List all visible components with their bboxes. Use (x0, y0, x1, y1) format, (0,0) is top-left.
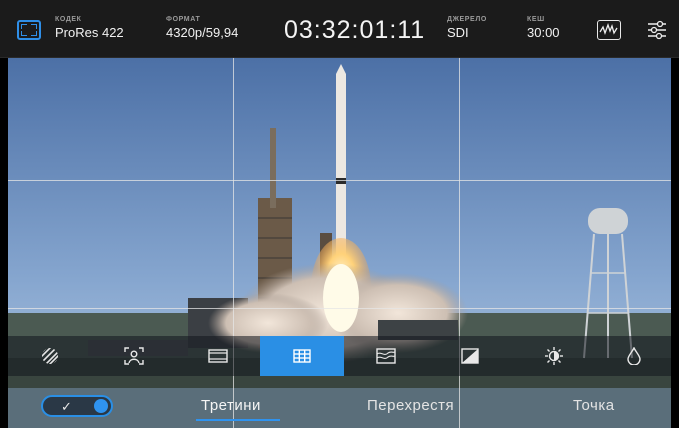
status-bar: КОДЕК ProRes 422 ФОРМАТ 4320p/59,94 03:3… (0, 0, 679, 58)
exposure-icon (545, 347, 563, 365)
source-value: SDI (447, 25, 469, 40)
thirds-grid-line-horizontal (8, 180, 671, 181)
droplet-icon (626, 347, 641, 365)
waveform-scope-icon[interactable] (597, 20, 621, 40)
grid-icon (293, 349, 311, 363)
timecode-display[interactable]: 03:32:01:11 (284, 15, 425, 45)
cache-status[interactable]: КЕШ 30:00 (527, 15, 560, 41)
format-label: ФОРМАТ (166, 16, 201, 23)
format-value: 4320p/59,94 (166, 25, 239, 40)
zebra-tool-button[interactable] (8, 336, 92, 376)
codec-status[interactable]: КОДЕК ProRes 422 (55, 15, 124, 41)
lut-icon (461, 348, 479, 364)
camera-monitor-screen: КОДЕК ProRes 422 ФОРМАТ 4320p/59,94 03:3… (0, 0, 679, 428)
frame-guides-tool-button[interactable] (176, 336, 260, 376)
grid-options-bar: ✓ Третини Перехрестя Точка (8, 388, 671, 428)
tab-crosshairs[interactable]: Перехрестя (367, 396, 454, 416)
grid-enable-toggle[interactable]: ✓ (41, 395, 113, 417)
tab-dot[interactable]: Точка (573, 396, 615, 416)
codec-value: ProRes 422 (55, 25, 124, 40)
tab-thirds[interactable]: Третини (201, 396, 261, 416)
cache-value: 30:00 (527, 25, 560, 40)
source-label: ДЖЕРЕЛО (447, 16, 487, 23)
thirds-grid-line-horizontal (8, 308, 671, 309)
cache-label: КЕШ (527, 16, 545, 23)
codec-label: КОДЕК (55, 16, 82, 23)
false-color-tool-button[interactable] (344, 336, 428, 376)
exposure-tool-button[interactable] (512, 336, 596, 376)
source-status[interactable]: ДЖЕРЕЛО SDI (447, 15, 487, 41)
checkmark-icon: ✓ (61, 399, 72, 414)
frame-guides-icon[interactable] (17, 20, 41, 40)
frame-guides-icon (208, 349, 228, 363)
color-tool-button[interactable] (596, 336, 671, 376)
zebra-icon (42, 348, 58, 364)
toggle-knob (94, 399, 108, 413)
focus-assist-tool-button[interactable] (92, 336, 176, 376)
grid-tool-button[interactable] (260, 336, 344, 376)
monitoring-tools-bar (8, 336, 671, 376)
active-tab-indicator (196, 419, 280, 421)
lut-tool-button[interactable] (428, 336, 512, 376)
focus-assist-icon (124, 347, 144, 365)
settings-sliders-icon[interactable] (648, 20, 666, 40)
format-status[interactable]: ФОРМАТ 4320p/59,94 (166, 15, 238, 41)
false-color-icon (376, 348, 396, 364)
